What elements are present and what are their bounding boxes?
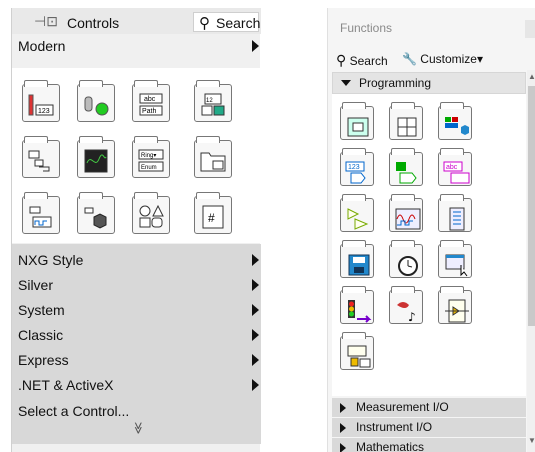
timing-icon[interactable] (389, 240, 423, 278)
search-icon: ⚲ (199, 15, 210, 32)
category-label: .NET & ActiveX (18, 377, 114, 393)
io-controls-icon[interactable] (22, 192, 60, 234)
category-label: NXG Style (18, 252, 84, 268)
ring-enum-controls-icon[interactable]: Ring▾ Enum (132, 136, 170, 178)
search-button[interactable]: ⚲ Search (193, 12, 261, 32)
waveform-icon[interactable] (389, 194, 423, 232)
array-functions-icon[interactable] (389, 102, 423, 140)
collapsed-triangle-icon (340, 403, 346, 413)
numeric-functions-icon[interactable]: 123 (340, 148, 374, 186)
programming-section-header[interactable]: Programming (332, 72, 526, 94)
submenu-arrow-icon (252, 279, 259, 291)
graph-controls-icon[interactable] (77, 136, 115, 178)
category-label: Measurement I/O (356, 400, 449, 414)
submenu-arrow-icon (252, 354, 259, 366)
decorations-controls-icon[interactable] (132, 192, 170, 234)
variant-class-controls-icon[interactable] (77, 192, 115, 234)
category-classic[interactable]: Classic (12, 323, 261, 347)
svg-text:#: # (208, 211, 215, 225)
expand-more-icon[interactable]: ≫ (131, 422, 145, 435)
pin-icon[interactable]: ⊣⊡ (34, 13, 58, 30)
svg-text:abc: abc (144, 96, 156, 103)
functions-title: Functions (340, 21, 393, 35)
array-cluster-controls-icon[interactable]: 12 (194, 80, 232, 122)
cluster-class-variant-icon[interactable] (438, 102, 472, 140)
collapsed-triangle-icon (340, 423, 346, 433)
submenu-arrow-icon (252, 329, 259, 341)
vertical-scrollbar[interactable]: ▲ ▼ (527, 70, 535, 452)
category-system[interactable]: System (12, 298, 261, 322)
functions-icon-grid: 123 abc ♪ (332, 94, 526, 396)
boolean-controls-icon[interactable] (77, 80, 115, 122)
search-label: Search (216, 15, 261, 31)
application-control-icon[interactable] (438, 194, 472, 232)
svg-text:123: 123 (38, 108, 50, 115)
category-nxg-style[interactable]: NXG Style (12, 248, 261, 272)
wrench-icon: 🔧 (402, 52, 417, 66)
svg-text:♪: ♪ (408, 310, 416, 323)
palette-window-control[interactable] (525, 20, 535, 38)
controls-palette: ⊣⊡ Controls ⚲ Search Modern 123 abc Path … (11, 8, 261, 452)
search-button[interactable]: ⚲ Search (336, 52, 388, 69)
functions-palette: Functions ⚲ Search 🔧 Customize▾ Programm… (327, 8, 535, 452)
data-communication-icon[interactable] (340, 332, 374, 370)
controls-title: Controls (67, 15, 120, 31)
svg-text:Path: Path (142, 108, 157, 115)
search-label: Search (349, 54, 388, 68)
submenu-arrow-icon (252, 40, 259, 52)
category-label: Classic (18, 327, 64, 343)
functions-toolbar: ⚲ Search 🔧 Customize▾ (328, 48, 535, 70)
numeric-controls-icon[interactable]: 123 (22, 80, 60, 122)
controls-titlebar: ⊣⊡ Controls ⚲ Search (12, 8, 261, 34)
submenu-arrow-icon (252, 304, 259, 316)
svg-text:Enum: Enum (141, 165, 157, 171)
controls-category-list: NXG Style Silver System Classic Express … (12, 244, 261, 444)
category-modern[interactable]: Modern (12, 36, 261, 56)
category-measurement-io[interactable]: Measurement I/O (332, 398, 526, 417)
select-a-control-item[interactable]: Select a Control... (12, 399, 261, 423)
collapsed-triangle-icon (340, 443, 346, 452)
category-label: Instrument I/O (356, 420, 433, 434)
search-icon: ⚲ (336, 52, 347, 68)
svg-text:Ring▾: Ring▾ (141, 153, 156, 159)
string-path-controls-icon[interactable]: abc Path (132, 80, 170, 122)
scroll-down-icon[interactable]: ▼ (528, 436, 535, 445)
category-mathematics[interactable]: Mathematics (332, 438, 526, 452)
synchronization-icon[interactable] (340, 286, 374, 324)
boolean-functions-icon[interactable] (389, 148, 423, 186)
svg-text:12: 12 (206, 98, 213, 104)
section-label: Programming (359, 76, 432, 90)
svg-text:123: 123 (348, 164, 360, 171)
comparison-icon[interactable] (340, 194, 374, 232)
category-label: Mathematics (356, 440, 425, 452)
scrollbar-thumb[interactable] (528, 86, 535, 326)
category-label: Silver (18, 277, 54, 293)
list-table-tree-icon[interactable] (22, 136, 60, 178)
controls-icon-grid: 123 abc Path 12 Ring▾ Enum # (12, 68, 261, 243)
scroll-up-icon[interactable]: ▲ (528, 72, 535, 81)
string-functions-icon[interactable]: abc (438, 148, 472, 186)
category-label: System (18, 302, 65, 318)
submenu-arrow-icon (252, 254, 259, 266)
submenu-arrow-icon (252, 379, 259, 391)
category-label: Select a Control... (18, 403, 130, 419)
file-io-icon[interactable] (340, 240, 374, 278)
category-label: Modern (18, 38, 66, 54)
customize-button[interactable]: 🔧 Customize▾ (402, 52, 483, 66)
refnum-controls-icon[interactable]: # (194, 192, 232, 234)
category-net-activex[interactable]: .NET & ActiveX (12, 373, 261, 397)
report-generation-icon[interactable] (438, 286, 472, 324)
containers-controls-icon[interactable] (194, 136, 232, 178)
expand-triangle-icon (341, 80, 351, 86)
category-silver[interactable]: Silver (12, 273, 261, 297)
customize-label: Customize▾ (420, 52, 484, 66)
graphics-sound-icon[interactable]: ♪ (389, 286, 423, 324)
structures-icon[interactable] (340, 102, 374, 140)
svg-text:abc: abc (446, 164, 458, 171)
category-instrument-io[interactable]: Instrument I/O (332, 418, 526, 437)
category-label: Express (18, 352, 69, 368)
category-express[interactable]: Express (12, 348, 261, 372)
dialog-ui-icon[interactable] (438, 240, 472, 278)
